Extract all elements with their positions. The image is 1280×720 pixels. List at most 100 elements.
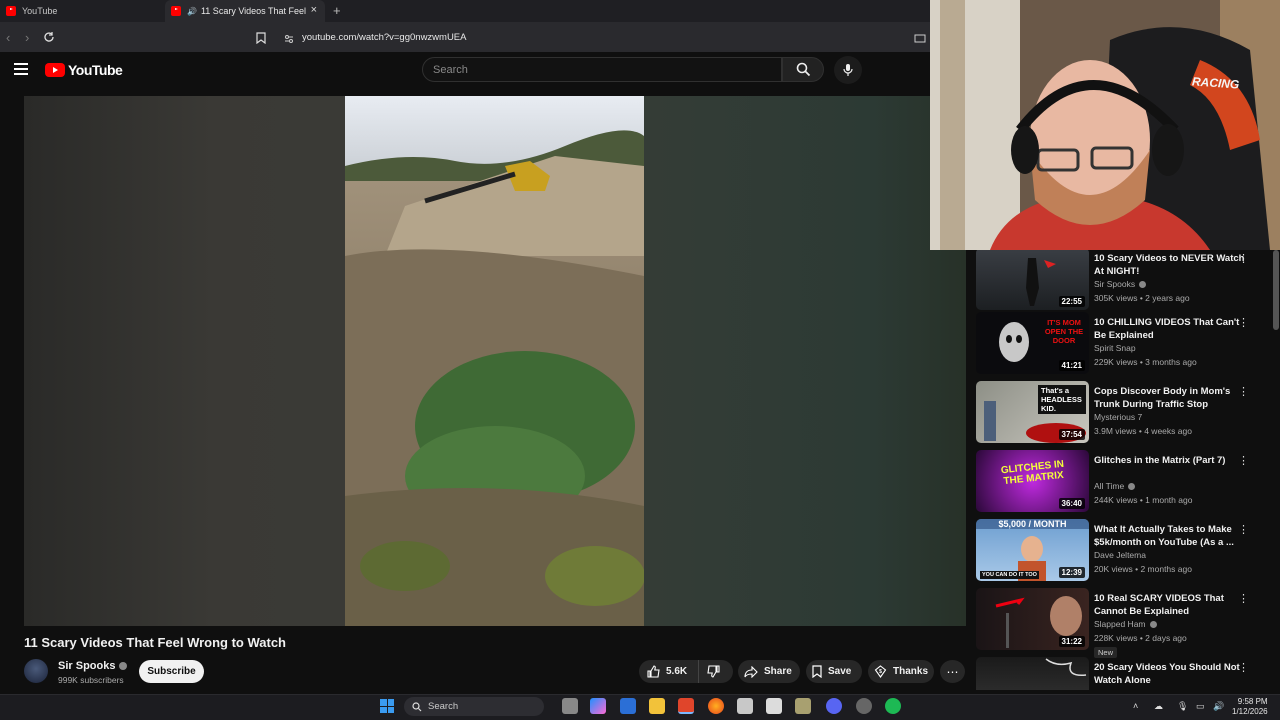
share-button[interactable]: Share — [738, 660, 800, 683]
save-button[interactable]: Save — [806, 660, 862, 683]
forward-icon[interactable]: › — [25, 30, 29, 45]
search-button[interactable] — [782, 57, 824, 82]
channel-text: Slapped Ham — [1094, 619, 1146, 629]
channel-name-text: Sir Spooks — [58, 660, 116, 672]
thanks-button[interactable]: $ Thanks — [868, 660, 934, 683]
thumbnail-caption: That's a HEADLESS KID. — [1038, 385, 1086, 414]
video-duration: 12:39 — [1058, 567, 1085, 578]
taskbar-clock[interactable]: 9:58 PM 1/12/2026 — [1232, 697, 1268, 717]
recommendation-channel[interactable]: Mysterious 7 — [1094, 412, 1142, 422]
share-label: Share — [764, 666, 792, 677]
close-tab-icon[interactable]: × — [311, 4, 317, 16]
recommendation-channel[interactable]: Spirit Snap — [1094, 343, 1136, 353]
subscribe-button[interactable]: Subscribe — [139, 660, 204, 683]
taskbar-search[interactable]: Search — [404, 697, 544, 716]
recommendation-channel[interactable]: Dave Jeltema — [1094, 550, 1146, 560]
taskbar — [0, 694, 1280, 720]
recommendation-item[interactable]: That's a HEADLESS KID. 37:54 Cops Discov… — [976, 381, 1276, 445]
recommendation-item[interactable]: 22:55 10 Scary Videos to NEVER Watch At … — [976, 250, 1276, 312]
microphone-tray-icon[interactable]: 🎙 — [1177, 701, 1188, 712]
firefox-icon[interactable] — [708, 698, 724, 714]
verified-badge-icon — [1149, 620, 1157, 628]
video-thumbnail[interactable]: 22:55 — [976, 250, 1089, 310]
reload-icon[interactable] — [43, 30, 55, 48]
video-thumbnail[interactable]: 31:22 — [976, 588, 1089, 650]
url-field[interactable]: youtube.com/watch?v=gg0nwzwmUEA — [254, 27, 934, 47]
task-view-icon[interactable] — [562, 698, 578, 714]
mail-icon[interactable] — [620, 698, 636, 714]
new-tab-button[interactable]: + — [333, 3, 341, 18]
browser-tab-youtube[interactable]: YouTube — [0, 0, 162, 22]
recommendation-title[interactable]: 10 Scary Videos to NEVER Watch At NIGHT! — [1094, 252, 1249, 278]
thumbnail-caption: GLITCHES IN THE MATRIX — [1000, 458, 1065, 488]
channel-avatar[interactable] — [24, 659, 48, 683]
hamburger-menu-icon[interactable] — [14, 63, 28, 75]
store-icon[interactable] — [766, 698, 782, 714]
recommendation-channel[interactable]: Slapped Ham — [1094, 619, 1157, 629]
sidebar-scrollbar[interactable] — [1273, 250, 1279, 330]
kebab-menu-icon[interactable]: ⋮ — [1238, 316, 1249, 329]
video-thumbnail[interactable]: $5,000 / MONTH YOU CAN DO IT TOO 12:39 — [976, 519, 1089, 581]
recommendation-title[interactable]: 10 Real SCARY VIDEOS That Cannot Be Expl… — [1094, 592, 1249, 618]
search-input[interactable] — [433, 63, 763, 76]
channel-name[interactable]: Sir Spooks — [58, 660, 128, 672]
search-box[interactable] — [422, 57, 782, 82]
like-dislike-group: 5.6K — [639, 660, 733, 683]
recommendation-meta: 244K views • 1 month ago — [1094, 495, 1193, 505]
voice-search-button[interactable] — [834, 56, 862, 84]
share-icon — [744, 665, 758, 678]
discord-icon[interactable] — [826, 698, 842, 714]
more-actions-icon[interactable]: ⋯ — [940, 660, 965, 683]
recommendation-item[interactable]: IT'S MOM OPEN THE DOOR 41:21 10 CHILLING… — [976, 312, 1276, 376]
kebab-menu-icon[interactable]: ⋮ — [1238, 454, 1249, 467]
recommendation-title[interactable]: Glitches in the Matrix (Part 7) — [1094, 454, 1249, 467]
recommendation-title[interactable]: 10 CHILLING VIDEOS That Can't Be Explain… — [1094, 316, 1249, 342]
obs-icon[interactable] — [856, 698, 872, 714]
network-icon[interactable]: ▭ — [1196, 701, 1205, 712]
chevron-up-icon[interactable]: ˄ — [1133, 701, 1138, 711]
recommendation-channel[interactable]: All Time — [1094, 481, 1136, 491]
kebab-menu-icon[interactable]: ⋮ — [1238, 523, 1249, 536]
cloud-icon[interactable]: ☁ — [1154, 701, 1163, 712]
recommendation-meta: 305K views • 2 years ago — [1094, 293, 1190, 303]
channel-text: Dave Jeltema — [1094, 550, 1146, 560]
video-thumbnail[interactable] — [976, 657, 1089, 690]
kebab-menu-icon[interactable]: ⋮ — [1238, 385, 1249, 398]
recommendation-title[interactable]: 20 Scary Videos You Should Not Watch Alo… — [1094, 661, 1249, 687]
video-thumbnail[interactable]: IT'S MOM OPEN THE DOOR 41:21 — [976, 312, 1089, 374]
kebab-menu-icon[interactable]: ⋮ — [1238, 252, 1249, 265]
dislike-button[interactable] — [699, 660, 733, 683]
recommendation-item[interactable]: GLITCHES IN THE MATRIX 36:40 Glitches in… — [976, 450, 1276, 514]
site-info-icon[interactable] — [284, 31, 294, 49]
video-thumbnail[interactable]: GLITCHES IN THE MATRIX 36:40 — [976, 450, 1089, 512]
video-frame[interactable] — [345, 96, 644, 626]
spotify-icon[interactable] — [885, 698, 901, 714]
back-icon[interactable]: ‹ — [6, 30, 10, 45]
recommendation-item[interactable]: 20 Scary Videos You Should Not Watch Alo… — [976, 657, 1276, 690]
recommendation-title[interactable]: Cops Discover Body in Mom's Trunk During… — [1094, 385, 1249, 411]
verified-badge-icon — [1128, 482, 1136, 490]
video-thumbnail[interactable]: That's a HEADLESS KID. 37:54 — [976, 381, 1089, 443]
search-icon — [412, 701, 422, 711]
like-button[interactable]: 5.6K — [639, 660, 699, 683]
brave-browser-icon[interactable] — [678, 698, 694, 714]
recommendations-list: 22:55 10 Scary Videos to NEVER Watch At … — [976, 250, 1276, 690]
recommendation-item[interactable]: 31:22 10 Real SCARY VIDEOS That Cannot B… — [976, 588, 1276, 658]
kebab-menu-icon[interactable]: ⋮ — [1238, 592, 1249, 605]
browser-tab-video[interactable]: 🔊 11 Scary Videos That Feel W × — [165, 0, 325, 22]
youtube-logo[interactable]: YouTube — [45, 62, 123, 78]
app-icon[interactable] — [737, 698, 753, 714]
copilot-icon[interactable] — [590, 698, 606, 714]
video-title: 11 Scary Videos That Feel Wrong to Watch — [24, 635, 286, 650]
volume-icon[interactable]: 🔊 — [1213, 701, 1224, 712]
windows-start-icon[interactable] — [380, 699, 394, 713]
kebab-menu-icon[interactable]: ⋮ — [1238, 661, 1249, 674]
media-player-icon[interactable] — [795, 698, 811, 714]
recommendation-item[interactable]: $5,000 / MONTH YOU CAN DO IT TOO 12:39 W… — [976, 519, 1276, 583]
channel-text: Sir Spooks — [1094, 279, 1136, 289]
file-explorer-icon[interactable] — [649, 698, 665, 714]
recommendation-channel[interactable]: Sir Spooks — [1094, 279, 1147, 289]
cast-icon[interactable] — [914, 31, 926, 49]
video-duration: 22:55 — [1058, 296, 1085, 307]
recommendation-title[interactable]: What It Actually Takes to Make $5k/month… — [1094, 523, 1249, 549]
